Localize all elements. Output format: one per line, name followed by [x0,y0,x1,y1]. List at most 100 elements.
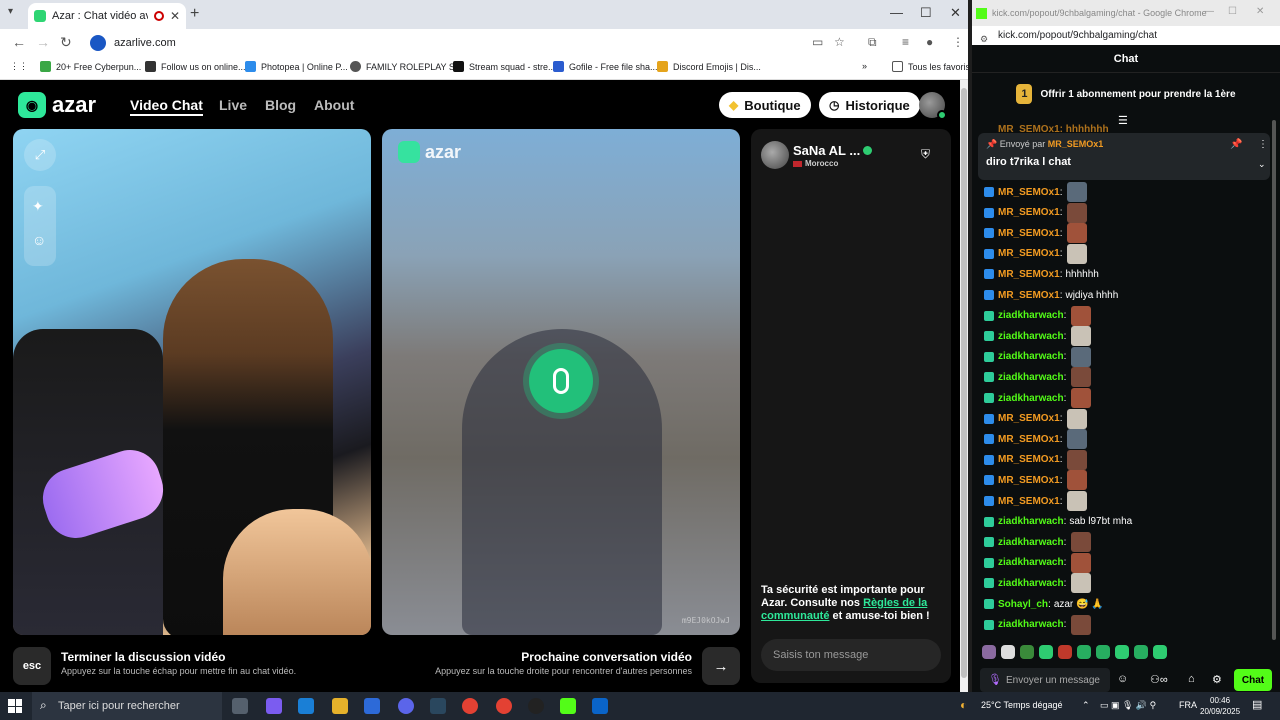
cast-icon[interactable]: ▭ [812,35,823,49]
kick-icon[interactable] [560,698,576,714]
tray-icons[interactable]: ▭ ▣ 🎙 🔊 ⚲ [1100,700,1156,711]
outlook-icon[interactable] [592,698,608,714]
quick-emote-icon[interactable] [1039,645,1053,659]
quick-emote-icon[interactable] [982,645,996,659]
page-scrollbar[interactable] [960,80,968,692]
chat-username[interactable]: MR_SEMOx1 [998,207,1060,218]
chat-username[interactable]: Sohayl_ch [998,599,1048,610]
gift-sub-banner[interactable]: 1 Offrir 1 abonnement pour prendre la 1è… [972,76,1280,112]
filter-icon[interactable]: ☰ [1118,114,1128,127]
nav-about[interactable]: About [314,97,354,113]
user-avatar[interactable] [919,92,947,120]
chat-username[interactable]: ziadkharwach [998,372,1064,383]
clock[interactable]: 00:46 20/09/2025 [1200,695,1240,717]
partner-avatar[interactable] [761,141,789,169]
chat-username[interactable]: MR_SEMOx1 [998,496,1060,507]
chat-username[interactable]: MR_SEMOx1 [998,187,1060,198]
tab-search-icon[interactable]: ▾ [8,6,13,17]
minimize-icon[interactable]: — [1204,6,1214,17]
apps-icon[interactable]: ⋮⋮ [10,61,28,72]
chat-username[interactable]: ziadkharwach [998,557,1064,568]
bookmark-item[interactable]: Photopea | Online P... [245,61,348,72]
taskbar-search[interactable]: ⌕ Taper ici pour rechercher [32,692,222,720]
chat-username[interactable]: MR_SEMOx1 [998,228,1060,239]
history-button[interactable]: ◷ Historique [819,92,920,118]
windows-start-icon[interactable] [8,699,22,713]
nav-blog[interactable]: Blog [265,97,296,113]
quick-emote-icon[interactable] [1134,645,1148,659]
emoji-icon[interactable]: ☺ [1117,673,1128,685]
chat-username[interactable]: ziadkharwach [998,393,1064,404]
chat-username[interactable]: MR_SEMOx1 [998,290,1060,301]
chat-username[interactable]: ziadkharwach [998,331,1064,342]
bookmark-item[interactable]: Gofile - Free file sha... [553,61,658,72]
chat-username[interactable]: MR_SEMOx1 [998,248,1060,259]
nav-video-chat[interactable]: Video Chat [130,97,203,116]
shop-icon[interactable]: ⌂ [1188,673,1195,685]
notification-icon[interactable]: ▤ [1252,698,1262,711]
profile-icon[interactable]: ● [926,35,933,49]
maximize-icon[interactable]: ☐ [1228,6,1237,17]
chrome-icon[interactable] [496,698,512,714]
more-options-icon[interactable]: ⋮ [1258,139,1268,150]
send-chat-button[interactable]: Chat [1234,669,1272,691]
nav-live[interactable]: Live [219,97,247,113]
quick-emote-icon[interactable] [1077,645,1091,659]
chat-username[interactable]: ziadkharwach [998,351,1064,362]
quick-emote-icon[interactable] [1001,645,1015,659]
weather-text[interactable]: 25°C Temps dégagé [981,700,1063,710]
chat-username[interactable]: MR_SEMOx1 [998,454,1060,465]
chat-username[interactable]: MR_SEMOx1 [998,269,1060,280]
extensions-icon[interactable]: ⧉ [868,35,877,50]
effects-icon[interactable]: ✦ [32,198,44,215]
close-tab-icon[interactable]: ✕ [170,9,180,23]
quick-emote-icon[interactable] [1020,645,1034,659]
chat-username[interactable]: ziadkharwach [998,516,1064,527]
copilot-icon[interactable] [266,698,282,714]
bookmark-star-icon[interactable]: ☆ [834,35,845,49]
language-indicator[interactable]: FRA [1179,700,1197,710]
forward-icon[interactable]: → [36,34,50,50]
quick-emote-icon[interactable] [1115,645,1129,659]
steam-icon[interactable] [430,698,446,714]
expand-icon[interactable]: ⤢ [24,139,56,171]
microphone-icon[interactable]: 🎙 [988,673,1002,686]
close-window-icon[interactable]: ✕ [950,5,961,21]
message-input[interactable] [761,639,941,671]
address-bar[interactable]: azarlive.com [84,32,854,53]
shop-button[interactable]: ◆ Boutique [719,92,811,118]
bookmark-item[interactable]: Stream squad - stre... [453,61,556,72]
bookmark-item[interactable]: Follow us on online... [145,61,246,72]
store-icon[interactable] [364,698,380,714]
microphone-icon[interactable] [529,349,593,413]
chat-username[interactable]: MR_SEMOx1 [998,475,1060,486]
maximize-icon[interactable]: ☐ [920,5,932,21]
users-icon[interactable]: ⚇∞ [1150,673,1168,686]
more-bookmarks[interactable]: » [862,61,867,71]
obs-icon[interactable] [528,698,544,714]
azar-logo[interactable]: ◉ azar [18,92,96,118]
chat-username[interactable]: ziadkharwach [998,310,1064,321]
tray-chevron-icon[interactable]: ⌃ [1082,700,1090,711]
reload-icon[interactable]: ↻ [60,34,72,51]
chat-scrollbar[interactable] [1272,120,1276,640]
quick-emote-icon[interactable] [1058,645,1072,659]
menu-icon[interactable]: ⋮ [952,35,964,49]
chat-username[interactable]: MR_SEMOx1 [998,434,1060,445]
chat-input[interactable] [1006,668,1126,692]
pin-icon[interactable]: 📌 [1230,139,1242,150]
quick-emote-icon[interactable] [1096,645,1110,659]
file-explorer-icon[interactable] [332,698,348,714]
quick-emote-icon[interactable] [1153,645,1167,659]
report-shield-icon[interactable]: ⛨ [921,147,930,162]
minimize-icon[interactable]: — [890,5,903,20]
close-window-icon[interactable]: ✕ [1256,6,1264,17]
chat-username[interactable]: ziadkharwach [998,537,1064,548]
popout-address-bar[interactable]: ⚙ kick.com/popout/9chbalgaming/chat [972,26,1280,45]
chat-username[interactable]: MR_SEMOx1 [998,413,1060,424]
task-view-icon[interactable] [232,698,248,714]
face-filter-icon[interactable]: ☺ [32,232,46,248]
all-bookmarks[interactable]: Tous les favoris [892,61,970,72]
chevron-down-icon[interactable]: ⌄ [1258,159,1266,170]
chat-username[interactable]: ziadkharwach [998,619,1064,630]
